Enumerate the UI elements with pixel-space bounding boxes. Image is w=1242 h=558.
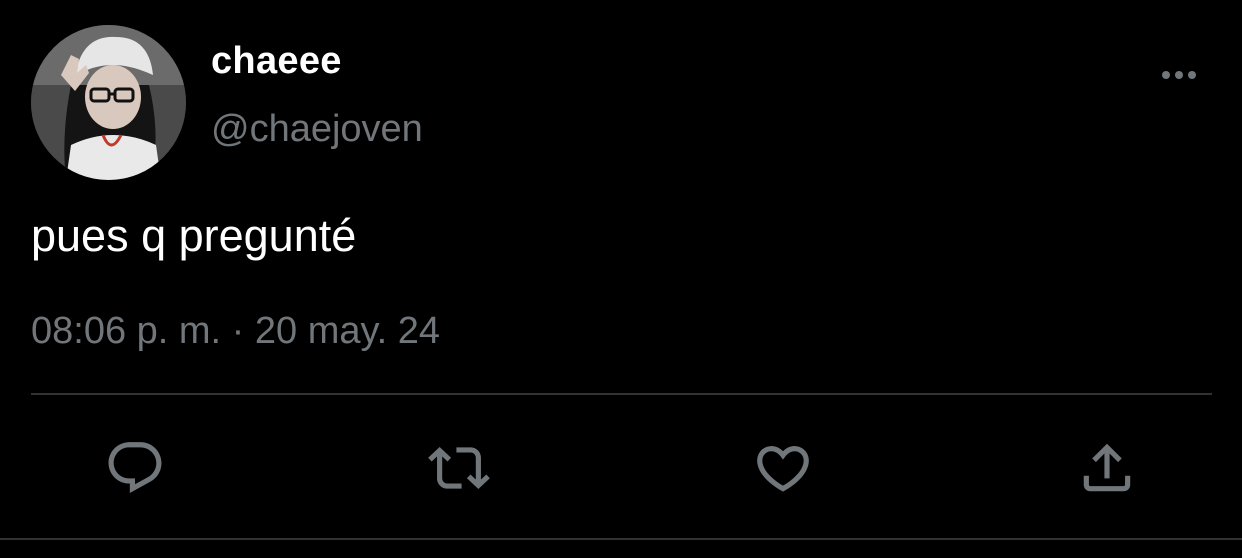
reply-icon xyxy=(108,442,162,494)
heart-icon xyxy=(757,446,809,492)
like-button[interactable] xyxy=(752,437,814,499)
retweet-icon xyxy=(428,447,490,489)
avatar[interactable] xyxy=(31,25,186,180)
tweet-timestamp[interactable]: 08:06 p. m. · 20 may. 24 xyxy=(31,310,440,353)
share-button[interactable] xyxy=(1076,437,1138,499)
reply-button[interactable] xyxy=(104,437,166,499)
tweet-detail: chaeee @chaejoven pues q pregunté 08:06 … xyxy=(0,0,1242,558)
more-horizontal-icon xyxy=(1162,71,1196,79)
avatar-photo xyxy=(31,25,186,180)
share-icon xyxy=(1083,443,1131,492)
user-handle[interactable]: @chaejoven xyxy=(211,108,423,151)
bottom-divider xyxy=(0,538,1242,540)
retweet-button[interactable] xyxy=(428,437,490,499)
tweet-text: pues q pregunté xyxy=(31,210,357,261)
display-name[interactable]: chaeee xyxy=(211,40,342,83)
divider xyxy=(31,393,1212,395)
more-options-button[interactable] xyxy=(1156,60,1202,90)
